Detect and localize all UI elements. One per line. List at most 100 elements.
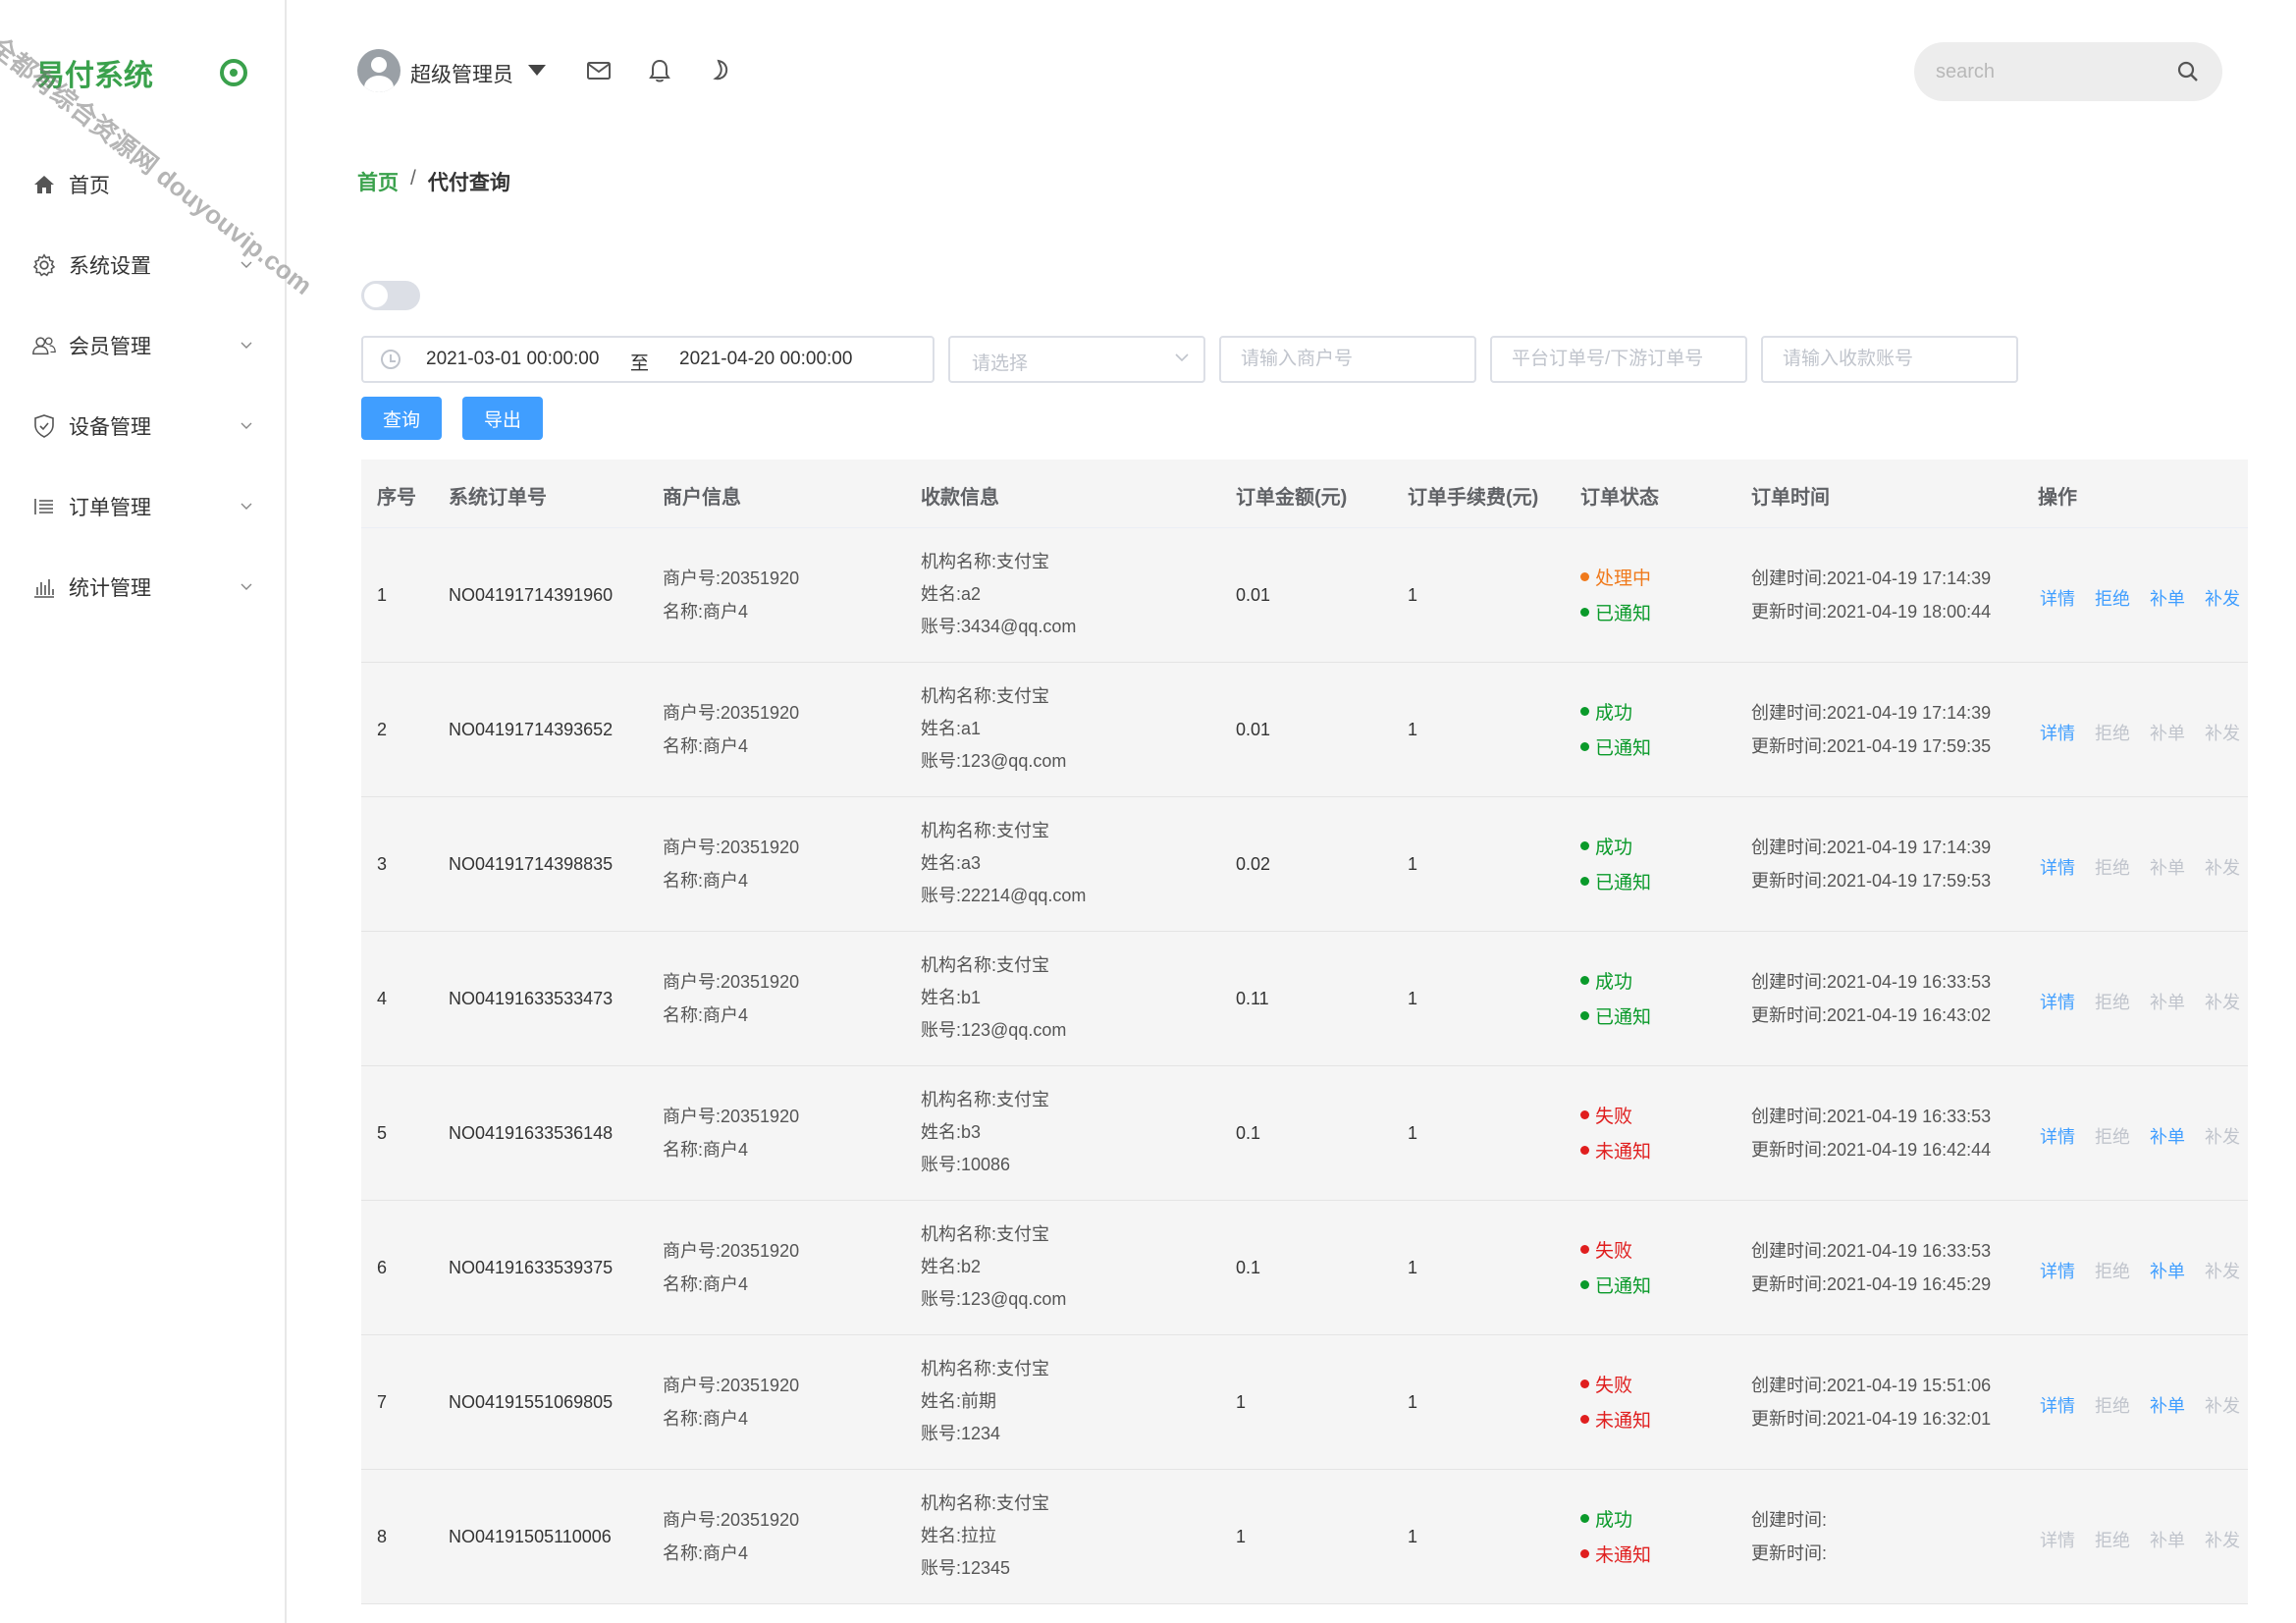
search-box (1914, 42, 2222, 101)
date-end[interactable]: 2021-04-20 00:00:00 (679, 349, 852, 370)
date-range-separator: 至 (630, 353, 650, 374)
column-header-fee: 订单手续费(元) (1408, 487, 1539, 509)
user-name[interactable]: 超级管理员 (410, 59, 513, 88)
payee-info: 机构名称:支付宝 姓名:a1 账号:123@qq.com (921, 680, 1066, 778)
notify-text: 未通知 (1595, 1411, 1652, 1432)
mail-icon[interactable] (585, 57, 613, 84)
detail-link[interactable]: 详情 (2040, 1258, 2075, 1283)
created-time: 创建时间:2021-04-19 16:33:53 (1751, 1107, 1992, 1126)
order-amount: 1 (1236, 1392, 1247, 1412)
avatar[interactable] (357, 49, 400, 92)
payee-account: 账号:3434@qq.com (921, 617, 1077, 636)
detail-link[interactable]: 详情 (2040, 854, 2075, 880)
account-input[interactable] (1763, 338, 2016, 381)
detail-link[interactable]: 详情 (2040, 1123, 2075, 1149)
merchant-no-field (1219, 336, 1476, 383)
date-range-picker[interactable]: 2021-03-01 00:00:00 至 2021-04-20 00:00:0… (361, 336, 934, 383)
sidebar-item-system-settings[interactable]: 系统设置 (0, 236, 287, 295)
merchant-name: 名称:商户4 (663, 1543, 749, 1563)
payee-org: 机构名称:支付宝 (921, 686, 1050, 706)
status-text: 成功 (1595, 838, 1633, 858)
moon-icon[interactable] (707, 57, 734, 84)
detail-link[interactable]: 详情 (2040, 720, 2075, 745)
updated-time: 更新时间:2021-04-19 18:00:44 (1751, 602, 1992, 622)
payee-info: 机构名称:支付宝 姓名:b1 账号:123@qq.com (921, 949, 1066, 1047)
resubmit-order-link[interactable]: 补单 (2150, 1258, 2185, 1283)
resubmit-order-link[interactable]: 补单 (2150, 1123, 2185, 1149)
account-field (1761, 336, 2018, 383)
reject-link[interactable]: 拒绝 (2095, 585, 2130, 611)
chevron-down-icon (240, 261, 252, 268)
status-dot-icon (1580, 1110, 1589, 1120)
order-amount: 0.1 (1236, 1258, 1261, 1277)
status-text: 失败 (1595, 1376, 1633, 1396)
search-input[interactable] (1936, 56, 2162, 87)
sidebar-item-statistics[interactable]: 统计管理 (0, 558, 287, 617)
order-fee: 1 (1408, 854, 1418, 874)
bell-icon[interactable] (646, 57, 673, 84)
detail-link[interactable]: 详情 (2040, 989, 2075, 1014)
resubmit-order-link[interactable]: 补单 (2150, 1392, 2185, 1418)
shield-icon (31, 413, 57, 439)
merchant-no: 商户号:20351920 (663, 1241, 800, 1261)
sidebar-item-label: 订单管理 (69, 497, 151, 519)
resend-notify-link: 补发 (2205, 858, 2240, 878)
reject-link: 拒绝 (2095, 858, 2130, 878)
merchant-no-input[interactable] (1221, 338, 1474, 381)
merchant-info: 商户号:20351920 名称:商户4 (663, 696, 799, 763)
detail-link[interactable]: 详情 (2040, 1392, 2075, 1418)
merchant-no: 商户号:20351920 (663, 568, 800, 588)
resubmit-order-link[interactable]: 补单 (2150, 585, 2185, 611)
payee-info: 机构名称:支付宝 姓名:b3 账号:10086 (921, 1084, 1049, 1181)
notify-dot-icon (1580, 1280, 1589, 1290)
column-header-amount: 订单金额(元) (1236, 487, 1348, 509)
row-actions: 详情 拒绝 补单 补发 (2040, 1258, 2240, 1283)
order-status: 成功 未通知 (1580, 1503, 1651, 1574)
detail-link[interactable]: 详情 (2040, 585, 2075, 611)
resend-notify-link[interactable]: 补发 (2205, 585, 2240, 611)
user-menu-caret-icon[interactable] (528, 65, 546, 76)
merchant-info: 商户号:20351920 名称:商户4 (663, 1234, 799, 1301)
notify-dot-icon (1580, 608, 1589, 618)
status-dot-icon (1580, 976, 1589, 986)
sidebar-item-orders[interactable]: 订单管理 (0, 477, 287, 536)
order-times: 创建时间:2021-04-19 15:51:06 更新时间:2021-04-19… (1751, 1369, 1991, 1435)
status-select[interactable]: 请选择 (948, 336, 1205, 383)
gear-icon (31, 252, 57, 278)
order-status: 失败 未通知 (1580, 1100, 1651, 1170)
created-time: 创建时间:2021-04-19 17:14:39 (1751, 703, 1992, 723)
row-actions: 详情 拒绝 补单 补发 (2040, 989, 2240, 1014)
merchant-no: 商户号:20351920 (663, 1376, 800, 1395)
breadcrumb-home[interactable]: 首页 (357, 167, 399, 196)
table-row: 2 NO04191714393652 商户号:20351920 名称:商户4 机… (361, 663, 2248, 797)
order-fee: 1 (1408, 1527, 1418, 1546)
created-time: 创建时间:2021-04-19 15:51:06 (1751, 1376, 1992, 1395)
merchant-name: 名称:商户4 (663, 1409, 749, 1429)
column-header-time: 订单时间 (1751, 487, 1830, 509)
toggle-switch[interactable] (361, 281, 420, 310)
payee-name: 姓名:b1 (921, 988, 982, 1007)
order-no: NO04191551069805 (449, 1392, 614, 1412)
payee-org: 机构名称:支付宝 (921, 821, 1050, 840)
payee-info: 机构名称:支付宝 姓名:a3 账号:22214@qq.com (921, 815, 1086, 912)
date-start[interactable]: 2021-03-01 00:00:00 (426, 349, 599, 370)
notify-dot-icon (1580, 877, 1589, 887)
sidebar-item-label: 会员管理 (69, 336, 151, 358)
sidebar-item-home[interactable]: 首页 (0, 155, 287, 214)
payee-name: 姓名:a3 (921, 853, 982, 873)
reject-link: 拒绝 (2095, 993, 2130, 1012)
status-badge: 成功 (1580, 965, 1651, 1001)
collapse-toggle-icon[interactable] (220, 59, 247, 86)
notify-dot-icon (1580, 1549, 1589, 1559)
order-amount: 0.02 (1236, 854, 1271, 874)
query-button[interactable]: 查询 (361, 397, 442, 440)
export-button[interactable]: 导出 (462, 397, 543, 440)
sidebar-item-devices[interactable]: 设备管理 (0, 397, 287, 456)
chevron-down-icon (240, 583, 252, 590)
column-header-merchant: 商户信息 (663, 487, 741, 509)
order-no-input[interactable] (1492, 338, 1745, 381)
sidebar-item-label: 统计管理 (69, 577, 151, 600)
notify-badge: 未通知 (1580, 1539, 1651, 1574)
sidebar-item-members[interactable]: 会员管理 (0, 316, 287, 375)
search-icon[interactable] (2175, 59, 2201, 84)
